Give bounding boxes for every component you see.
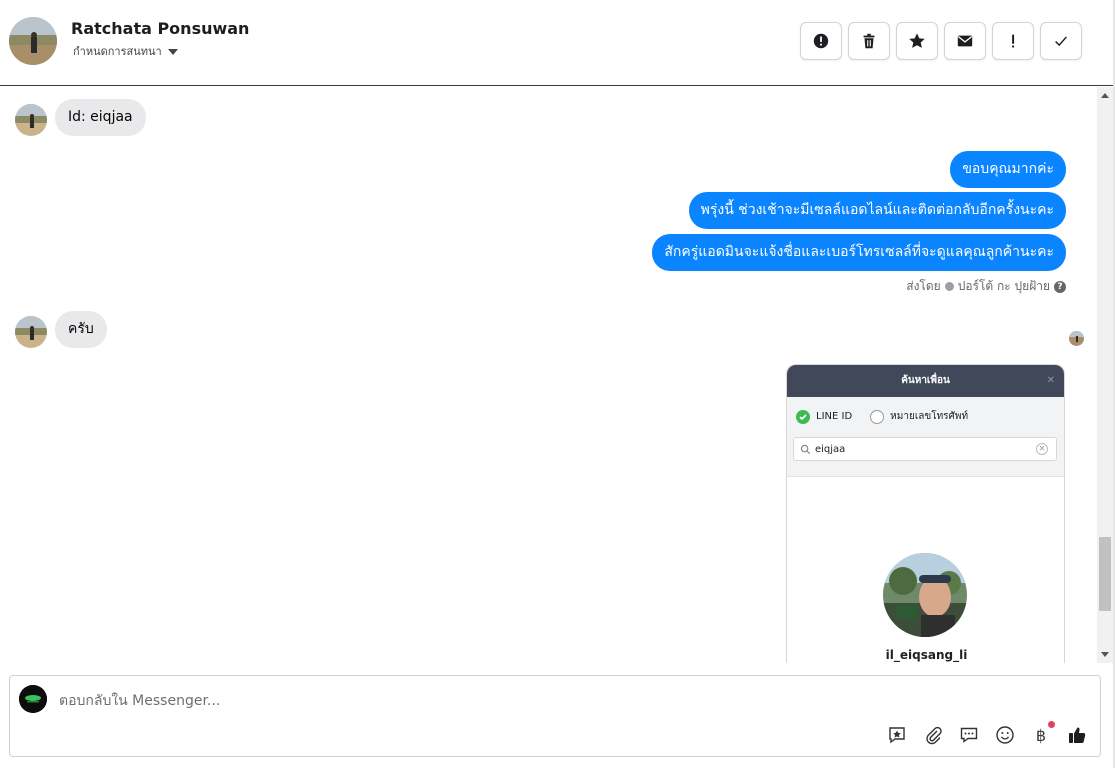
composer-tools: ฿ [886,721,1088,746]
smiley-icon [996,726,1014,744]
chat-bubble-button[interactable] [958,724,980,746]
radio-unchecked-icon [870,409,885,424]
star-icon [909,33,925,48]
message-thread[interactable]: Id: eiqjaa ขอบคุณมากค่ะ พรุ่งนี้ ช่วงเช้… [0,87,1097,663]
chat-bubble-icon [960,727,978,743]
radio-checked-icon [796,409,810,424]
message-outgoing[interactable]: สักครู่แอดมินจะแจ้งชื่อและเบอร์โทรเซลล์ท… [652,234,1066,271]
scroll-up-icon[interactable] [1101,93,1109,98]
message-outgoing[interactable]: ขอบคุณมากค่ะ [950,151,1066,188]
contact-avatar-small [15,104,47,136]
contact-avatar-small [15,316,47,348]
read-receipt-avatar [1069,331,1084,346]
envelope-icon [957,35,973,47]
help-icon[interactable]: ? [1054,280,1066,293]
sent-by-name: ปอร์โต้ กะ ปุยฝ้าย [957,279,1050,293]
search-type-options: LINE ID หมายเลขโทรศัพท์ [796,409,968,424]
mark-unread-button[interactable] [944,22,986,60]
close-icon: ✕ [1046,375,1055,386]
friend-name: il_eiqsang_li [885,648,968,662]
clear-icon: ✕ [1036,443,1048,455]
sent-by-info: ส่งโดย ปอร์โต้ กะ ปุยฝ้าย ? [906,277,1066,296]
saved-reply-button[interactable] [886,724,908,746]
check-circle-icon [944,282,954,291]
line-dialog-titlebar: ค้นหาเพื่อน ✕ [787,365,1064,397]
assign-label: กำหนดการสนทนา [73,45,162,58]
paperclip-icon [926,726,942,745]
baht-icon: ฿ [1035,725,1047,745]
spam-button[interactable] [800,22,842,60]
alert-circle-icon [813,33,829,49]
contact-avatar[interactable] [9,17,57,65]
payment-button[interactable]: ฿ [1030,721,1055,746]
line-search-value: eiqjaa [815,443,846,455]
contact-name[interactable]: Ratchata Ponsuwan [71,19,249,38]
trash-icon [863,33,875,49]
attach-button[interactable] [922,724,944,746]
thumbs-up-icon [1069,727,1086,743]
exclamation-icon [1012,34,1015,48]
assign-conversation-dropdown[interactable]: กำหนดการสนทนา [73,42,178,60]
reply-input[interactable]: ตอบกลับใน Messenger... [59,690,220,712]
line-search-field: eiqjaa ✕ [793,437,1057,461]
sent-by-prefix: ส่งโดย [906,279,941,293]
attachment-image[interactable]: ค้นหาเพื่อน ✕ LINE ID หมายเลขโทรศัพท์ ei… [786,364,1065,663]
option-line-id: LINE ID [816,411,853,422]
follow-up-button[interactable] [992,22,1034,60]
checkmark-icon [1055,36,1067,47]
header-actions [800,22,1082,60]
message-incoming[interactable]: Id: eiqjaa [55,99,146,136]
mark-done-button[interactable] [1040,22,1082,60]
message-incoming[interactable]: ครับ [55,311,107,348]
saved-reply-icon [889,727,905,744]
message-outgoing[interactable]: พรุ่งนี้ ช่วงเช้าจะมีเซลล์แอดไลน์และติดต… [688,192,1066,229]
friend-profile-photo [883,553,967,637]
star-button[interactable] [896,22,938,60]
option-phone: หมายเลขโทรศัพท์ [890,411,969,422]
page-avatar [19,685,47,713]
like-button[interactable] [1066,724,1088,746]
delete-button[interactable] [848,22,890,60]
emoji-button[interactable] [994,724,1016,746]
thread-scrollbar[interactable] [1097,87,1113,663]
conversation-header: Ratchata Ponsuwan กำหนดการสนทนา [0,0,1115,86]
caret-down-icon [167,48,178,55]
reply-composer: ตอบกลับใน Messenger... ฿ [9,675,1101,757]
search-icon [800,444,811,454]
notification-dot [1048,721,1055,728]
scroll-down-icon[interactable] [1101,652,1109,657]
scroll-thumb[interactable] [1099,537,1111,611]
line-search-panel: LINE ID หมายเลขโทรศัพท์ eiqjaa ✕ [787,397,1064,477]
messenger-inbox: Ratchata Ponsuwan กำหนดการสนทนา Id: eiqj… [0,0,1115,768]
line-dialog-title: ค้นหาเพื่อน [901,375,950,386]
